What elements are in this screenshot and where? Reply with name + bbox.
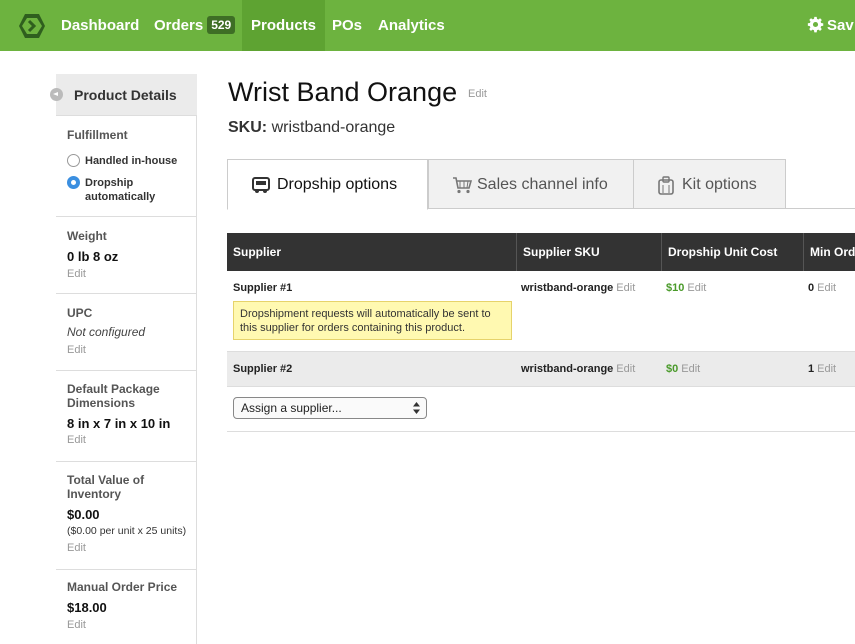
- supplier-name: Supplier #1: [233, 282, 293, 294]
- title-edit-link[interactable]: Edit: [468, 88, 487, 100]
- nav-products[interactable]: Products: [242, 0, 326, 51]
- col-dropship-unit-cost: Dropship Unit Cost: [661, 233, 803, 271]
- manual-price-label: Manual Order Price: [67, 580, 178, 594]
- manual-price-edit-link[interactable]: Edit: [67, 619, 86, 631]
- inventory-value: $0.00: [67, 507, 100, 522]
- orders-count-badge: 529: [207, 16, 236, 34]
- settings-label: Sav: [827, 17, 854, 34]
- col-min-order: Min Ord: [803, 233, 855, 271]
- supplier-name: Supplier #2: [233, 363, 293, 375]
- sku-value: wristband-orange: [271, 119, 396, 136]
- truck-icon: [252, 177, 270, 193]
- radio-in-house[interactable]: [67, 154, 80, 167]
- nav-analytics[interactable]: Analytics: [369, 0, 454, 51]
- nav-orders[interactable]: Orders 529: [145, 0, 244, 51]
- back-arrow-icon[interactable]: [50, 88, 63, 101]
- dimensions-section: Default Package Dimensions 8 in x 7 in x…: [56, 371, 197, 462]
- table-row: Supplier #2 wristband-orange Edit $0 Edit …: [227, 352, 855, 387]
- weight-value: 0 lb 8 oz: [67, 249, 119, 264]
- inventory-edit-link[interactable]: Edit: [67, 542, 86, 554]
- sku-edit-link[interactable]: Edit: [616, 282, 635, 294]
- nav-dashboard[interactable]: Dashboard: [52, 0, 148, 51]
- sku-line: SKU: wristband-orange: [228, 119, 395, 137]
- tab-sales-channel-label: Sales channel info: [477, 176, 608, 193]
- upc-label: UPC: [67, 306, 93, 320]
- radio-dropship[interactable]: [67, 176, 80, 189]
- inventory-detail: ($0.00 per unit x 25 units): [67, 525, 187, 537]
- dimensions-edit-link[interactable]: Edit: [67, 434, 86, 446]
- supplier-sku-cell: wristband-orange Edit: [521, 363, 636, 375]
- fulfillment-section: Fulfillment Handled in-house Dropship au…: [56, 116, 197, 217]
- min-edit-link[interactable]: Edit: [817, 363, 836, 375]
- tab-kit-options-label: Kit options: [682, 176, 757, 193]
- gear-icon: [807, 16, 824, 33]
- min-edit-link[interactable]: Edit: [817, 282, 836, 294]
- top-nav: Dashboard Orders 529 Products POs Analyti…: [0, 0, 855, 51]
- nav-pos[interactable]: POs: [323, 0, 371, 51]
- weight-label: Weight: [67, 229, 107, 243]
- fulfillment-label: Fulfillment: [67, 128, 128, 142]
- upc-section: UPC Not configured Edit: [56, 294, 197, 371]
- sidebar-header: Product Details: [50, 74, 197, 116]
- tab-dropship-label: Dropship options: [277, 176, 398, 193]
- inventory-section: Total Value of Inventory $0.00 ($0.00 pe…: [56, 462, 197, 570]
- cost-edit-link[interactable]: Edit: [681, 363, 700, 375]
- tab-dropship-options[interactable]: Dropship options: [227, 159, 428, 210]
- nav-orders-label: Orders: [154, 17, 204, 34]
- min-order-cell: 1 Edit: [808, 363, 837, 375]
- sidebar-title: Product Details: [74, 87, 177, 103]
- product-details-sidebar: Product Details Fulfillment Handled in-h…: [50, 74, 197, 644]
- supplier-table-header: Supplier Supplier SKU Dropship Unit Cost…: [227, 233, 855, 271]
- upc-edit-link[interactable]: Edit: [67, 344, 86, 356]
- col-supplier-sku: Supplier SKU: [516, 233, 661, 271]
- weight-section: Weight 0 lb 8 oz Edit: [56, 217, 197, 294]
- settings-button[interactable]: Sav: [807, 0, 854, 51]
- radio-dropship-label[interactable]: Dropship automatically: [85, 176, 175, 204]
- supplier-sku-cell: wristband-orange Edit: [521, 282, 636, 294]
- sku-label: SKU:: [228, 119, 268, 136]
- dropship-info-note: Dropshipment requests will automatically…: [233, 301, 512, 340]
- cart-icon: [453, 177, 472, 194]
- dimensions-value: 8 in x 7 in x 10 in: [67, 416, 171, 431]
- page-title: Wrist Band Orange: [228, 77, 458, 107]
- select-arrows-icon: [413, 402, 420, 414]
- manual-price-value: $18.00: [67, 600, 107, 615]
- assign-supplier-placeholder: Assign a supplier...: [241, 401, 342, 415]
- product-tabs: Dropship options Sales channel info Kit …: [227, 159, 855, 210]
- assign-supplier-row: Assign a supplier...: [227, 387, 855, 432]
- col-supplier: Supplier: [233, 245, 282, 259]
- radio-in-house-label[interactable]: Handled in-house: [85, 154, 177, 168]
- sku-edit-link[interactable]: Edit: [616, 363, 635, 375]
- dimensions-label: Default Package Dimensions: [67, 382, 160, 410]
- weight-edit-link[interactable]: Edit: [67, 268, 86, 280]
- unit-cost-cell: $10 Edit: [666, 282, 707, 294]
- table-row: Supplier #1 Dropshipment requests will a…: [227, 271, 855, 352]
- inventory-label: Total Value of Inventory: [67, 473, 145, 501]
- min-order-cell: 0 Edit: [808, 282, 837, 294]
- upc-value: Not configured: [67, 325, 146, 339]
- tab-sales-channel-info[interactable]: Sales channel info: [428, 159, 634, 209]
- unit-cost-cell: $0 Edit: [666, 363, 701, 375]
- clipboard-icon: [658, 176, 674, 195]
- cost-edit-link[interactable]: Edit: [687, 282, 706, 294]
- assign-supplier-select[interactable]: Assign a supplier...: [233, 397, 427, 419]
- tab-kit-options[interactable]: Kit options: [633, 159, 786, 209]
- manual-price-section: Manual Order Price $18.00 Edit: [56, 570, 197, 644]
- logo-icon[interactable]: [18, 12, 46, 40]
